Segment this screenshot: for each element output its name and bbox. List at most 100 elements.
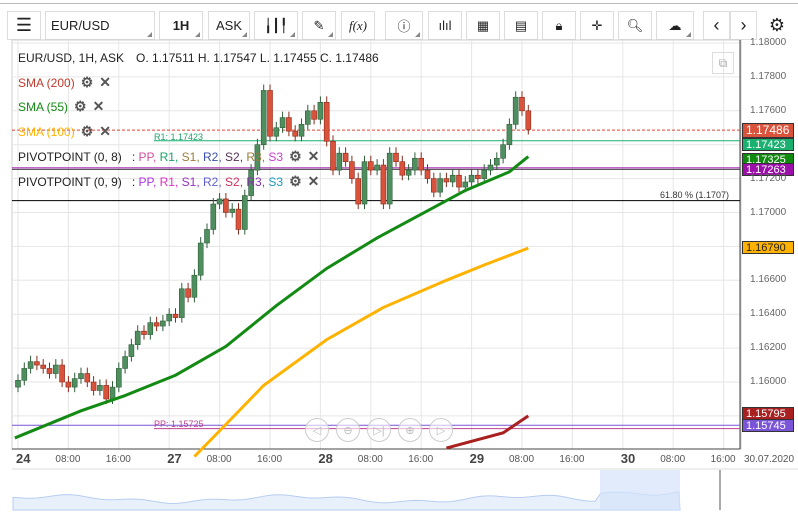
- gear-icon[interactable]: ⚙: [81, 123, 94, 140]
- hour-tick-label: 08:00: [357, 454, 383, 465]
- gear-icon[interactable]: ⚙: [74, 98, 87, 115]
- candle-body: [197, 242, 204, 276]
- candle-body: [15, 380, 21, 388]
- zoom-out-button[interactable]: ⊖: [336, 418, 360, 442]
- day-tick-label: 27: [167, 451, 182, 466]
- candle-body: [210, 203, 217, 230]
- gear-icon[interactable]: ⚙: [81, 74, 94, 91]
- pivot-item-r3: R3,: [246, 149, 269, 164]
- candle-body: [21, 368, 28, 381]
- price-tick-label: 1.17600: [750, 104, 787, 116]
- candle-body: [273, 127, 280, 137]
- price-tag: 1.16790: [742, 241, 794, 255]
- candle-body: [141, 330, 147, 335]
- hour-tick-label: 16:00: [105, 454, 131, 465]
- hour-tick-label: 16:00: [559, 454, 585, 465]
- candle-body: [506, 124, 513, 146]
- hour-tick-label: 08:00: [55, 454, 81, 465]
- candle-body: [216, 198, 223, 205]
- candle-body: [330, 141, 336, 171]
- price-tag: 1.15795: [742, 406, 794, 420]
- candle-body: [468, 174, 475, 183]
- hour-tick-label: 08:00: [509, 454, 535, 465]
- candle-body: [437, 178, 443, 193]
- candle-body: [84, 373, 91, 383]
- price-tag: 1.17423: [742, 137, 794, 151]
- candle-body: [46, 368, 53, 374]
- legend-pivot1: PIVOTPOINT (0, 8): PP, R1, S1, R2, S2, R…: [18, 148, 320, 165]
- candle-body: [475, 174, 481, 179]
- r1-annotation: R1: 1.17423: [154, 132, 204, 142]
- candle-body: [349, 161, 355, 179]
- candle-body: [109, 386, 116, 400]
- pivot-item-s2: S2,: [225, 149, 247, 164]
- candle-body: [298, 124, 305, 137]
- close-icon[interactable]: ✕: [308, 148, 320, 165]
- day-tick-label: 24: [16, 451, 31, 466]
- pivot-item-r1: R1,: [159, 149, 182, 164]
- gear-icon[interactable]: ⚙: [289, 148, 302, 165]
- pivot1-label[interactable]: PIVOTPOINT (0, 8): [18, 150, 122, 164]
- gear-icon[interactable]: ⚙: [289, 173, 302, 190]
- scroll-left-button[interactable]: ◁: [305, 418, 329, 442]
- sma55-label[interactable]: SMA (55): [18, 100, 68, 114]
- popout-button[interactable]: ⧉: [712, 52, 734, 74]
- close-icon[interactable]: ✕: [99, 74, 111, 91]
- hour-tick-label: 08:00: [660, 454, 686, 465]
- candle-body: [34, 361, 40, 366]
- candle-body: [223, 198, 229, 213]
- candle-body: [386, 152, 393, 205]
- close-icon[interactable]: ✕: [308, 173, 320, 190]
- candle-body: [418, 157, 425, 171]
- day-tick-label: 30: [620, 451, 636, 466]
- candle-body: [260, 90, 267, 146]
- triangle-left-icon: ◁: [312, 424, 322, 437]
- candle-body: [116, 368, 122, 388]
- date-tick-label: 30.07.2020: [744, 454, 795, 465]
- candle-body: [90, 381, 97, 391]
- legend-ohlc: O. 1.17511 H. 1.17547 L. 1.17455 C. 1.17…: [136, 51, 379, 65]
- candle-body: [304, 110, 311, 125]
- pivot2-label[interactable]: PIVOTPOINT (0, 9): [18, 175, 122, 189]
- popout-icon: ⧉: [718, 55, 728, 70]
- close-icon[interactable]: ✕: [99, 123, 111, 140]
- candle-body: [134, 330, 141, 346]
- price-tag: 1.17486: [742, 123, 794, 139]
- candle-body: [393, 152, 399, 162]
- reset-button[interactable]: ▷|: [367, 418, 391, 442]
- pivot-item-r2: R2,: [203, 149, 226, 164]
- legend-sma55: SMA (55) ⚙ ✕: [18, 98, 104, 115]
- zoom-in-button[interactable]: ⊕: [398, 418, 422, 442]
- pivot-item-r2: R2,: [203, 174, 226, 189]
- price-tag: 1.15745: [742, 419, 794, 433]
- candle-body: [361, 161, 368, 205]
- candle-body: [493, 157, 500, 166]
- sma200-label[interactable]: SMA (200): [18, 76, 75, 90]
- sma-line-200: [446, 414, 530, 450]
- pivot-item-r3: R3,: [246, 174, 269, 189]
- legend-sma100: SMA (100) ⚙ ✕: [18, 123, 111, 140]
- price-tick-label: 1.16000: [750, 376, 787, 387]
- candle-body: [519, 96, 525, 112]
- candle-body: [78, 373, 84, 379]
- price-tick-label: 1.17000: [750, 206, 787, 218]
- candle-body: [405, 169, 412, 176]
- legend-pivot2: PIVOTPOINT (0, 9): PP, R1, S1, R2, S2, R…: [18, 173, 320, 190]
- candle-body: [185, 288, 191, 298]
- price-chart[interactable]: [0, 0, 798, 519]
- pivot-item-s2: S2,: [225, 174, 247, 189]
- sma-line-55: [14, 155, 530, 440]
- day-tick-label: 28: [318, 451, 333, 466]
- candle-body: [462, 181, 469, 188]
- navigator-area: [12, 491, 681, 511]
- sma100-label[interactable]: SMA (100): [18, 125, 75, 139]
- day-tick-label: 29: [469, 451, 485, 466]
- scroll-right-button[interactable]: ▷: [429, 418, 453, 442]
- candle-body: [71, 378, 78, 388]
- candle-body: [235, 208, 242, 230]
- hour-tick-label: 16:00: [710, 454, 736, 465]
- pivot-item-pp: PP,: [138, 149, 160, 164]
- close-icon[interactable]: ✕: [93, 98, 105, 115]
- legend-symbol: EUR/USD, 1H, ASK: [18, 51, 125, 65]
- price-tick-label: 1.16600: [750, 274, 787, 286]
